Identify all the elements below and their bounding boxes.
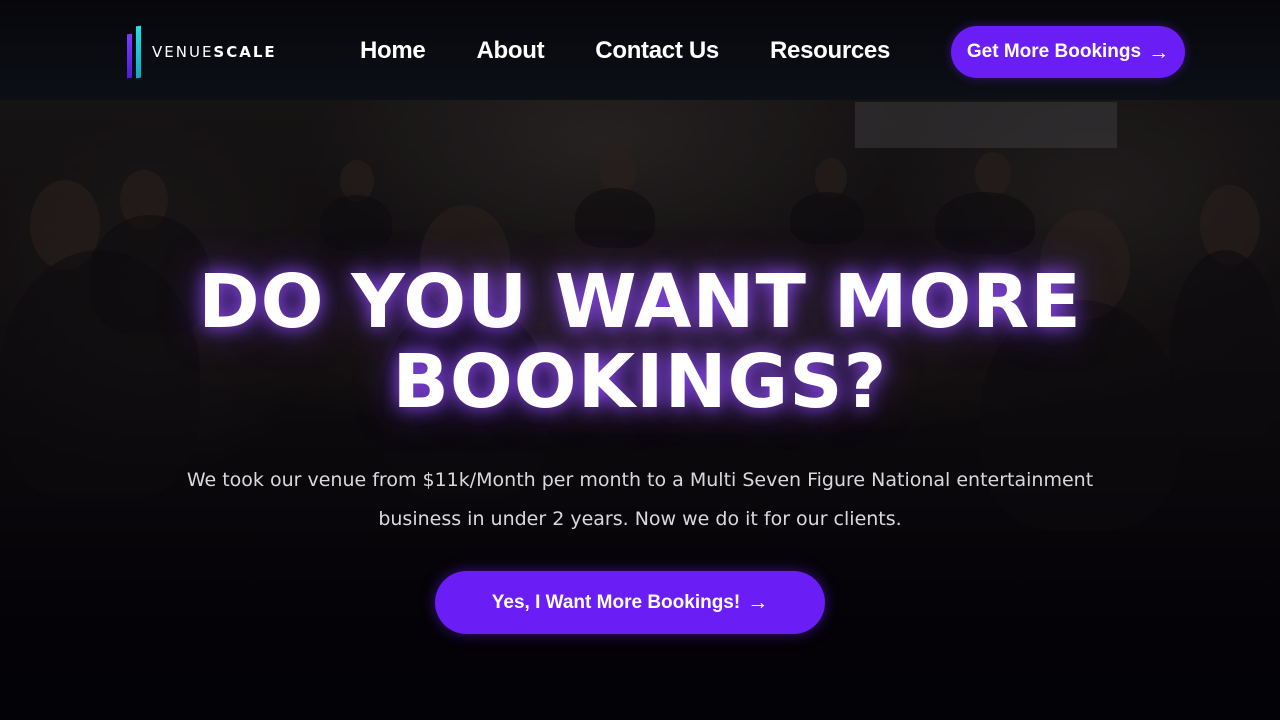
hero-headline: DO YOU WANT MORE BOOKINGS? <box>0 262 1280 422</box>
nav-item-about[interactable]: About <box>476 37 544 65</box>
arrow-right-icon: → <box>747 591 769 614</box>
landing-page: VENUESCALE Home About Contact Us Resourc… <box>0 0 1280 720</box>
hero-headline-line1: DO YOU WANT MORE <box>198 259 1082 345</box>
logo-text-scale: SCALE <box>213 43 277 61</box>
nav-item-contact-us[interactable]: Contact Us <box>595 37 719 65</box>
main-nav: Home About Contact Us Resources <box>360 30 890 72</box>
hero-headline-line2: BOOKINGS? <box>392 339 888 425</box>
get-more-bookings-label: Get More Bookings <box>966 41 1142 62</box>
nav-item-resources[interactable]: Resources <box>770 37 890 65</box>
site-header: VENUESCALE Home About Contact Us Resourc… <box>0 0 1280 100</box>
logo-text: VENUESCALE <box>152 43 277 61</box>
logo-text-venue: VENUE <box>152 43 214 61</box>
arrow-right-icon: → <box>1148 40 1170 64</box>
venuescale-logo-icon <box>126 24 146 80</box>
yes-want-more-bookings-label: Yes, I Want More Bookings! <box>491 591 741 613</box>
hero-subtext-line2: business in under 2 years. Now we do it … <box>378 508 902 530</box>
yes-want-more-bookings-button[interactable]: Yes, I Want More Bookings! → <box>435 571 825 634</box>
hero-subtext: We took our venue from $11k/Month per mo… <box>140 461 1140 539</box>
get-more-bookings-button[interactable]: Get More Bookings → <box>951 26 1185 78</box>
hero-subtext-line1: We took our venue from $11k/Month per mo… <box>186 469 1094 491</box>
nav-item-home[interactable]: Home <box>360 37 426 65</box>
logo-link[interactable]: VENUESCALE <box>126 24 277 80</box>
